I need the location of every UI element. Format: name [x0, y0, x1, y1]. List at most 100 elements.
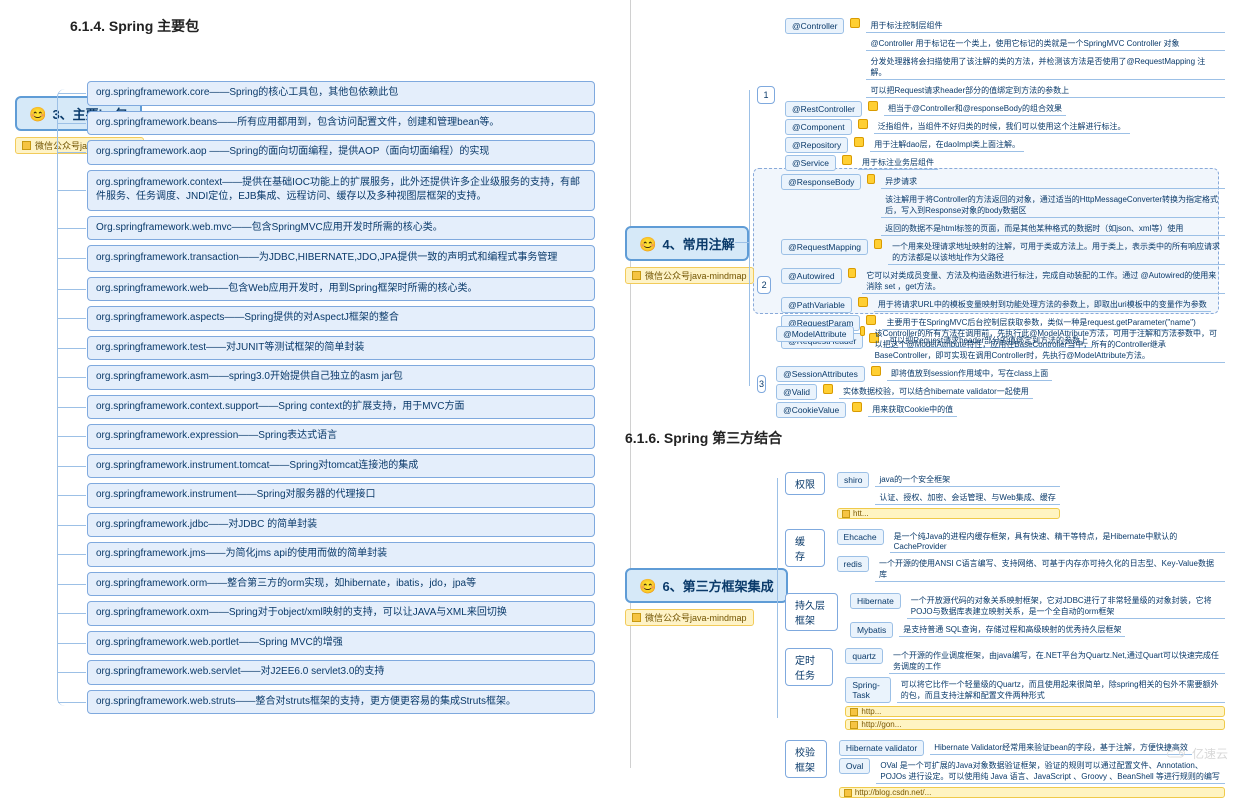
link-tag[interactable]: http...	[845, 706, 1225, 717]
ann-key[interactable]: @SessionAttributes	[776, 366, 865, 382]
watermark: 亿速云	[1166, 745, 1228, 762]
ann-desc: 该注解用于将Controller的方法返回的对象，通过适当的HttpMessag…	[881, 193, 1225, 218]
ann-row: @Repository用于注解dao层，在daoImpl类上面注解。	[785, 137, 1225, 153]
ann-key[interactable]: @Service	[785, 155, 836, 171]
heading-616: 6.1.6. Spring 第三方结合	[625, 428, 1225, 448]
group-chip-1[interactable]: 1	[757, 86, 775, 104]
jar-item[interactable]: org.springframework.aop ——Spring的面向切面编程，…	[87, 140, 595, 165]
jar-item[interactable]: org.springframework.test——对JUNIT等测试框架的简单…	[87, 336, 595, 361]
ann-desc: 可以把Request请求header部分的值绑定到方法的参数上	[866, 84, 1225, 98]
group-chip-2[interactable]: 2	[757, 276, 771, 294]
ann-key[interactable]: @RequestMapping	[781, 239, 868, 255]
jar-item[interactable]: org.springframework.core——Spring的核心工具包，其…	[87, 81, 595, 106]
ann-desc: 一个用来处理请求地址映射的注解，可用于类或方法上。用于类上，表示类中的所有响应请…	[888, 240, 1225, 265]
root-node-ann[interactable]: 😊 4、常用注解	[625, 226, 749, 261]
smiley-icon: 😊	[639, 237, 656, 251]
tp-item-desc: 是一个纯Java的进程内缓存框架，具有快速、精干等特点，是Hibernate中默…	[890, 530, 1225, 553]
link-tag[interactable]: http://gon...	[845, 719, 1225, 730]
ann-row: @Component泛指组件，当组件不好归类的时候，我们可以使用这个注解进行标注…	[785, 119, 1225, 135]
jar-item[interactable]: org.springframework.web.portlet——Spring …	[87, 631, 595, 656]
tp-categories: 权限shirojava的一个安全框架认证、授权、加密、会话管理、与Web集成、缓…	[785, 468, 1225, 808]
tp-item-key[interactable]: Ehcache	[837, 529, 884, 545]
jar-item[interactable]: org.springframework.jms——为简化jms api的使用而做…	[87, 542, 595, 567]
jar-item[interactable]: org.springframework.aspects——Spring提供的对A…	[87, 306, 595, 331]
ann-desc: 返回的数据不是html标签的页面，而是其他某种格式的数据时（如json、xml等…	[881, 222, 1225, 236]
smiley-icon: 😊	[639, 579, 656, 593]
jar-item[interactable]: org.springframework.context——提供在基础IOC功能上…	[87, 170, 595, 211]
tp-item-desc: OVal 是一个可扩展的Java对象数据验证框架，验证的规则可以通过配置文件、A…	[876, 759, 1225, 784]
ann-key[interactable]: @PathVariable	[781, 297, 852, 313]
jar-item[interactable]: org.springframework.instrument——Spring对服…	[87, 483, 595, 508]
ann-row: @Autowired 它可以对类成员变量、方法及构造函数进行标注，完成自动装配的工…	[781, 268, 1225, 295]
tp-item-desc: 一个开源的使用ANSI C语言编写、支持网络、可基于内存亦可持久化的日志型、Ke…	[875, 557, 1225, 582]
root-node-tp[interactable]: 😊 6、第三方框架集成	[625, 568, 788, 603]
tp-category-row: 校验框架 Hibernate validator Hibernate Validat…	[785, 740, 1225, 798]
group-chip-3[interactable]: 3	[757, 375, 766, 393]
note-icon	[842, 155, 852, 165]
jar-item[interactable]: org.springframework.instrument.tomcat——S…	[87, 454, 595, 479]
ann-key[interactable]: @Valid	[776, 384, 817, 400]
ann-desc: 异步请求	[881, 175, 1225, 189]
ann-desc: 用来获取Cookie中的值	[868, 403, 957, 417]
ann-row: @ResponseBody 异步请求该注解用于将Controller的方法返回的对…	[781, 174, 1225, 237]
ann-desc: 它可以对类成员变量、方法及构造函数进行标注，完成自动装配的工作。通过 @Auto…	[862, 269, 1225, 294]
left-column: 6.1.4. Spring 主要包 😊 3、主要jar包 微信公众号java-m…	[15, 10, 595, 738]
jar-item[interactable]: org.springframework.web.servlet——对J2EE6.…	[87, 660, 595, 685]
jar-item[interactable]: org.springframework.web——包含Web应用开发时，用到Sp…	[87, 277, 595, 302]
tp-category[interactable]: 权限	[785, 472, 825, 495]
jar-item[interactable]: org.springframework.context.support——Spr…	[87, 395, 595, 420]
tag-square-icon	[632, 271, 641, 280]
ann-row: @RequestMapping 一个用来处理请求地址映射的注解，可用于类或方法上。…	[781, 239, 1225, 266]
tp-item-key[interactable]: Hibernate validator	[839, 740, 924, 756]
ann-key[interactable]: @RestController	[785, 101, 862, 117]
tp-item-key[interactable]: shiro	[837, 472, 869, 488]
tp-category[interactable]: 持久层框架	[785, 593, 838, 631]
ann-key[interactable]: @Controller	[785, 18, 844, 34]
tp-item-key[interactable]: Oval	[839, 758, 870, 774]
ann-group-3: 3 @ModelAttribute该Controller的所有方法在调用前，先执…	[757, 326, 1225, 418]
note-icon	[874, 239, 882, 249]
tp-item-key[interactable]: Spring-Task	[845, 677, 890, 703]
tp-item-desc: Hibernate Validator经常用来验证bean的字段，基于注解，方便…	[930, 741, 1192, 755]
tp-item-key[interactable]: redis	[837, 556, 869, 572]
jar-item[interactable]: Org.springframework.web.mvc——包含SpringMVC…	[87, 216, 595, 241]
jar-item[interactable]: org.springframework.expression——Spring表达…	[87, 424, 595, 449]
link-tag[interactable]: http://blog.csdn.net/...	[839, 787, 1225, 798]
thirdparty-area: 😊 6、第三方框架集成 微信公众号java-mindmap 权限shirojav…	[625, 468, 1225, 738]
link-tag[interactable]: htt...	[837, 508, 1060, 519]
wechat-tag-ann-label: 微信公众号java-mindmap	[645, 269, 747, 282]
tp-category[interactable]: 定时任务	[785, 648, 833, 686]
ann-desc: 分发处理器将会扫描使用了该注解的类的方法，并检测该方法是否使用了@Request…	[866, 55, 1225, 80]
jar-item[interactable]: org.springframework.transaction——为JDBC,H…	[87, 245, 595, 272]
ann-key[interactable]: @Component	[785, 119, 852, 135]
connector	[735, 242, 749, 243]
tp-item-desc: 一个开源的作业调度框架，由java编写，在.NET平台为Quartz.Net,通…	[889, 649, 1225, 674]
jar-item[interactable]: org.springframework.jdbc——对JDBC 的简单封装	[87, 513, 595, 538]
tag-square-icon	[632, 613, 641, 622]
tp-category[interactable]: 校验框架	[785, 740, 827, 778]
tp-category[interactable]: 缓存	[785, 529, 825, 567]
jar-item[interactable]: org.springframework.beans——所有应用都用到，包含访问配…	[87, 111, 595, 136]
note-icon	[867, 174, 875, 184]
ann-row: @SessionAttributes即将值放到session作用域中，写在cla…	[776, 366, 1225, 382]
link-tag-text: http://gon...	[861, 720, 901, 729]
jar-item[interactable]: org.springframework.oxm——Spring对于object/…	[87, 601, 595, 626]
note-icon	[871, 366, 881, 376]
ann-key[interactable]: @Repository	[785, 137, 848, 153]
tp-item-key[interactable]: Hibernate	[850, 593, 901, 609]
ann-key[interactable]: @CookieValue	[776, 402, 846, 418]
ann-row: @ModelAttribute该Controller的所有方法在调用前，先执行此…	[776, 326, 1225, 364]
ann-key[interactable]: @ModelAttribute	[776, 326, 853, 342]
ann-row: @Service用于标注业务层组件	[785, 155, 1225, 171]
tp-category-row: 持久层框架Hibernate一个开放源代码的对象关系映射框架，它对JDBC进行了…	[785, 593, 1225, 638]
jar-item[interactable]: org.springframework.orm——整合第三方的orm实现，如hi…	[87, 572, 595, 597]
tp-item-key[interactable]: quartz	[845, 648, 883, 664]
root-node-tp-block: 😊 6、第三方框架集成 微信公众号java-mindmap	[625, 568, 788, 626]
ann-key[interactable]: @Autowired	[781, 268, 841, 284]
ann-key[interactable]: @ResponseBody	[781, 174, 861, 190]
jar-item[interactable]: org.springframework.web.struts——整合对strut…	[87, 690, 595, 715]
ann-row: @Valid实体数据校验，可以结合hibernate validator一起使用	[776, 384, 1225, 400]
ann-row: @PathVariable用于将请求URL中的模板变量映射到功能处理方法的参数上…	[781, 297, 1225, 313]
tp-item-key[interactable]: Mybatis	[850, 622, 893, 638]
jar-item[interactable]: org.springframework.asm——spring3.0开始提供自己…	[87, 365, 595, 390]
